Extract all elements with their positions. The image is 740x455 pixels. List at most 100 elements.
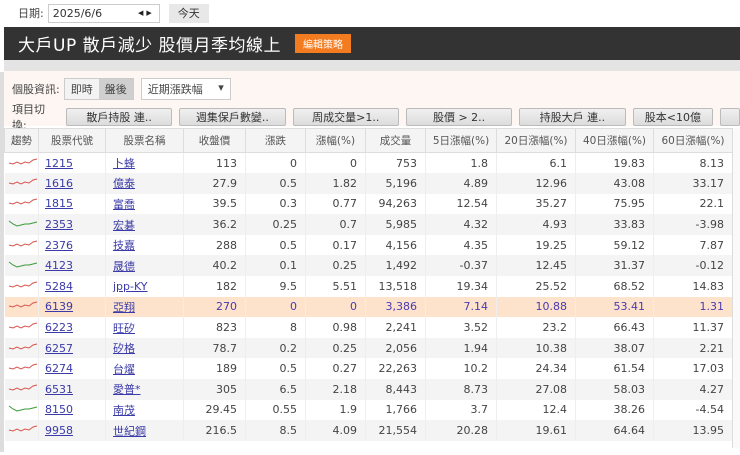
stock-name-link[interactable]: 旺矽 [113,322,135,335]
stock-code-link[interactable]: 8150 [45,403,73,416]
close-price: 36.2 [183,214,246,235]
change-60d: 33.17 [653,173,733,194]
scrollbar[interactable] [732,128,740,448]
stock-name-link[interactable]: 愛普* [113,383,141,396]
column-header[interactable]: 40日漲幅(%) [575,128,654,153]
volume: 22,263 [365,358,426,380]
stock-code-link[interactable]: 6274 [45,362,73,375]
column-header[interactable]: 收盤價 [183,128,246,153]
change-40d: 53.41 [575,296,654,318]
table-row[interactable]: 6223 旺矽 823 8 0.98 2,241 3.52 23.2 66.43… [4,317,733,338]
change-20d: 10.38 [496,337,576,359]
column-header[interactable]: 成交量 [365,128,426,153]
edit-strategy-button[interactable]: 編輯策略 [295,34,352,53]
volume: 4,156 [365,234,426,256]
stock-name-link[interactable]: 世紀鋼 [113,425,146,438]
trend-sparkline [4,234,39,256]
column-header[interactable]: 漲跌 [245,128,306,153]
today-button[interactable]: 今天 [168,3,209,23]
change-5d: 12.54 [425,193,497,215]
switch-button-6[interactable]: 股本<10億 [632,108,714,126]
close-price: 78.7 [183,337,246,359]
strategy-title-bar: 大戶UP 散戶減少 股價月季均線上 編輯策略 [4,27,740,60]
stock-name-link[interactable]: 宏碁 [113,219,135,232]
table-row[interactable]: 6139 亞翔 270 0 0 3,386 7.14 10.88 53.41 1… [4,296,733,318]
change-20d: 25.52 [496,276,576,297]
table-row[interactable]: 2353 宏碁 36.2 0.25 0.7 5,985 4.32 4.93 33… [4,214,733,235]
table-row[interactable]: 1215 卜蜂 113 0 0 753 1.8 6.1 19.83 8.13 [4,152,733,174]
stock-name-link[interactable]: 矽格 [113,342,135,355]
column-header[interactable]: 股票名稱 [105,128,184,153]
table-row[interactable]: 6531 愛普* 305 6.5 2.18 8,443 8.73 27.08 5… [4,379,733,400]
date-bar: 日期: 2025/6/6 ◀▶ 今天 [0,0,740,26]
stock-code-link[interactable]: 1215 [45,157,73,170]
switch-button-2[interactable]: 週集保戶數變.. [179,108,286,126]
stock-name-link[interactable]: 卜蜂 [113,157,135,170]
stock-code-link[interactable]: 6223 [45,321,73,334]
trend-sparkline [4,358,39,380]
table-row[interactable]: 6274 台燿 189 0.5 0.27 22,263 10.2 24.34 6… [4,358,733,380]
stock-code-link[interactable]: 2376 [45,239,73,252]
change-pct: 0 [305,152,366,174]
table-row[interactable]: 4123 晟德 40.2 0.1 0.25 1,492 -0.37 12.45 … [4,255,733,277]
stock-name-link[interactable]: 富喬 [113,198,135,211]
change-40d: 43.08 [575,173,654,194]
table-row[interactable]: 2376 技嘉 288 0.5 0.17 4,156 4.35 19.25 59… [4,234,733,256]
stock-code-link[interactable]: 9958 [45,424,73,437]
stock-name-link[interactable]: 南茂 [113,404,135,417]
change-60d: 2.21 [653,337,733,359]
column-header[interactable]: 股票代號 [38,128,106,153]
table-row[interactable]: 9958 世紀鋼 216.5 8.5 4.09 21,554 20.28 19.… [4,420,733,441]
volume: 753 [365,152,426,174]
volume: 5,196 [365,173,426,194]
change: 0.5 [245,358,306,380]
stock-name-link[interactable]: 台燿 [113,363,135,376]
change-20d: 19.25 [496,234,576,256]
switch-button-3[interactable]: 周成交量>1.. [292,108,399,126]
realtime-tab[interactable]: 即時 [64,79,99,99]
column-header[interactable]: 漲幅(%) [305,128,366,153]
change-40d: 33.83 [575,214,654,235]
date-input[interactable]: 2025/6/6 ◀▶ [47,3,160,23]
switch-button-1[interactable]: 散戶持股 連.. [65,108,173,126]
stock-code-link[interactable]: 4123 [45,259,73,272]
stock-name-link[interactable]: 技嘉 [113,239,135,252]
table-row[interactable]: 5284 jpp-KY 182 9.5 5.51 13,518 19.34 25… [4,276,733,297]
table-header: 趨勢 股票代號 股票名稱 收盤價 漲跌 漲幅(%) 成交量 5日漲幅(%) 20日漲幅(%) 40… [4,128,733,153]
table-row[interactable]: 8150 南茂 29.45 0.55 1.9 1,766 3.7 12.4 38… [4,399,733,421]
stock-code-link[interactable]: 1616 [45,177,73,190]
sparkline-icon [8,158,37,165]
stock-code-link[interactable]: 6531 [45,383,73,396]
stock-code-link[interactable]: 5284 [45,280,73,293]
stock-name-link[interactable]: jpp-KY [113,280,148,293]
sparkline-icon [8,343,37,350]
next-date-icon[interactable]: ▶ [146,9,154,17]
column-header[interactable]: 60日漲幅(%) [653,128,733,153]
stock-code-link[interactable]: 1815 [45,197,73,210]
change-5d: 4.35 [425,234,497,256]
change-pct: 5.51 [305,276,366,297]
switch-button-4[interactable]: 股價 > 2.. [405,108,513,126]
table-row[interactable]: 1815 富喬 39.5 0.3 0.77 94,263 12.54 35.27… [4,193,733,215]
change-pct: 0.98 [305,317,366,338]
column-header[interactable]: 5日漲幅(%) [425,128,497,153]
switch-button-more[interactable] [720,108,740,126]
stock-code-link[interactable]: 6139 [45,300,73,313]
after-hours-tab[interactable]: 盤後 [98,79,133,99]
divider [4,60,740,71]
column-header[interactable]: 20日漲幅(%) [496,128,576,153]
stock-code-link[interactable]: 6257 [45,342,73,355]
switch-button-5[interactable]: 持股大戶 連.. [519,108,626,126]
trend-sparkline [4,317,39,338]
sparkline-icon [8,406,37,412]
table-row[interactable]: 6257 矽格 78.7 0.2 0.25 2,056 1.94 10.38 3… [4,337,733,359]
stock-code-link[interactable]: 2353 [45,218,73,231]
table-row[interactable]: 1616 億泰 27.9 0.5 1.82 5,196 4.89 12.96 4… [4,173,733,194]
info-select[interactable]: 近期漲跌幅 ▾ [140,78,231,100]
stock-name-link[interactable]: 晟德 [113,260,135,273]
stock-name-link[interactable]: 亞翔 [113,301,135,314]
column-header[interactable]: 趨勢 [4,128,39,153]
stock-name-link[interactable]: 億泰 [113,177,135,190]
change-pct: 0.25 [305,337,366,359]
change: 0.3 [245,193,306,215]
